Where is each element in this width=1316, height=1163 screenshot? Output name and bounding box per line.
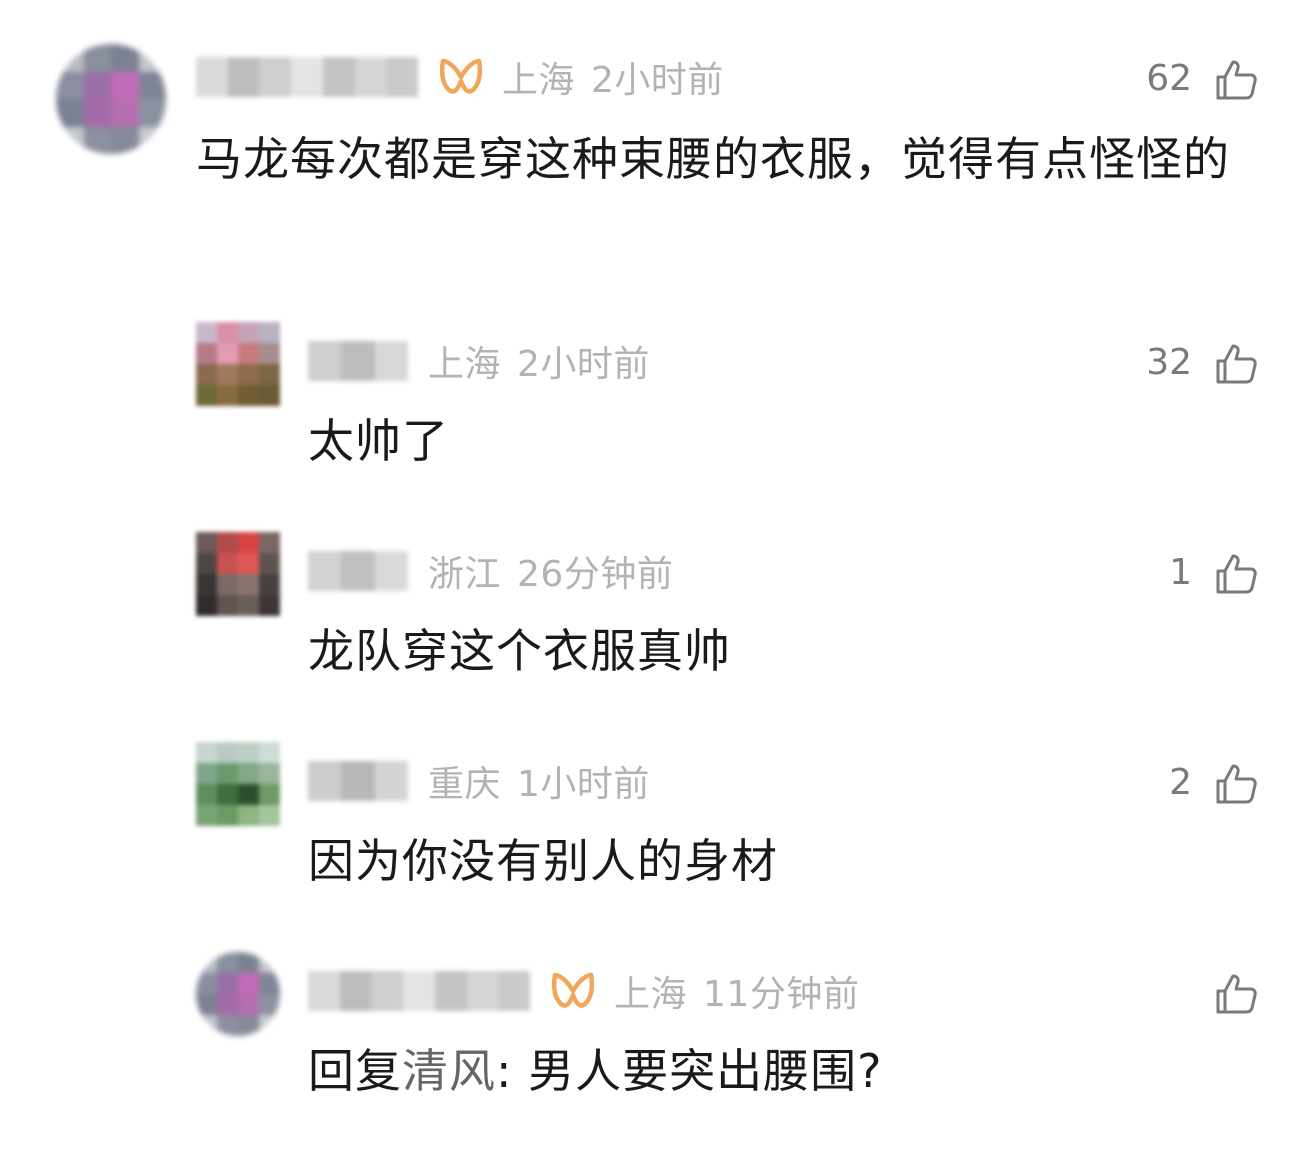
comment-thread: 上海 2小时前 62 马龙每次都是穿这种束腰的衣服，觉得有点怪怪的 上海 2小时…: [0, 0, 1316, 1163]
thumbs-up-icon[interactable]: [1214, 552, 1258, 596]
reply-body: 男人要突出腰围?: [528, 1044, 883, 1098]
username[interactable]: [308, 761, 408, 801]
timestamp: 2小时前: [517, 344, 650, 385]
comment-text: 马龙每次都是穿这种束腰的衣服，觉得有点怪怪的: [196, 132, 1230, 186]
comment-meta: 上海 2小时前: [196, 52, 724, 102]
comment-meta: 浙江 26分钟前: [308, 546, 673, 596]
reply-item: 上海 2小时前 32 太帅了: [0, 300, 1316, 500]
comment-text: 龙队穿这个衣服真帅: [308, 624, 731, 678]
thumbs-up-icon[interactable]: [1214, 762, 1258, 806]
reply-item: 上海 11分钟前 回复清风: 男人要突出腰围?: [0, 930, 1316, 1150]
username[interactable]: [308, 341, 408, 381]
reply-target-link[interactable]: 清风: [402, 1044, 496, 1098]
comment-text: 因为你没有别人的身材: [308, 834, 778, 888]
like-count: 62: [1146, 58, 1192, 99]
thumbs-up-icon[interactable]: [1214, 972, 1258, 1016]
like-count: 2: [1169, 762, 1192, 803]
avatar[interactable]: [196, 532, 280, 616]
comment-meta: 重庆 1小时前: [308, 756, 650, 806]
comment-meta: 上海 11分钟前: [308, 966, 859, 1016]
reply-separator: :: [496, 1044, 529, 1098]
comment-item: 上海 2小时前 62 马龙每次都是穿这种束腰的衣服，觉得有点怪怪的: [0, 0, 1316, 290]
member-badge-icon: [439, 58, 483, 94]
reply-prefix: 回复: [308, 1044, 402, 1098]
reply-item: 浙江 26分钟前 1 龙队穿这个衣服真帅: [0, 510, 1316, 710]
timestamp: 1小时前: [517, 764, 650, 805]
avatar[interactable]: [56, 44, 166, 154]
member-badge-icon: [551, 972, 595, 1008]
reply-item: 重庆 1小时前 2 因为你没有别人的身材: [0, 720, 1316, 920]
location: 上海: [614, 974, 688, 1015]
username[interactable]: [308, 971, 530, 1011]
like-count: 1: [1169, 552, 1192, 593]
timestamp: 11分钟前: [703, 974, 860, 1015]
like-count: 32: [1146, 342, 1192, 383]
timestamp: 2小时前: [591, 60, 724, 101]
timestamp: 26分钟前: [517, 554, 674, 595]
location: 浙江: [428, 554, 502, 595]
username[interactable]: [196, 57, 418, 97]
avatar[interactable]: [196, 952, 280, 1036]
location: 上海: [502, 60, 576, 101]
avatar[interactable]: [196, 742, 280, 826]
location: 重庆: [428, 764, 502, 805]
avatar[interactable]: [196, 322, 280, 406]
thumbs-up-icon[interactable]: [1214, 58, 1258, 102]
thumbs-up-icon[interactable]: [1214, 342, 1258, 386]
location: 上海: [428, 344, 502, 385]
comment-meta: 上海 2小时前: [308, 336, 650, 386]
comment-text: 太帅了: [308, 414, 449, 468]
comment-text: 回复清风: 男人要突出腰围?: [308, 1034, 1248, 1108]
username[interactable]: [308, 551, 408, 591]
